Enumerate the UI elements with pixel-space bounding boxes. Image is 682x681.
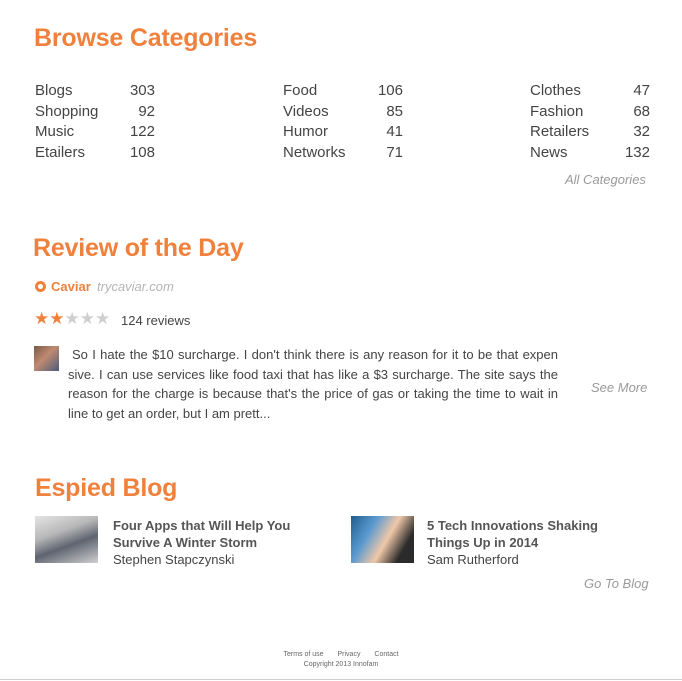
category-name: Humor bbox=[283, 123, 329, 140]
review-of-the-day-heading: Review of the Day bbox=[33, 234, 244, 262]
blog-post-title[interactable]: 5 Tech Innovations Shaking Things Up in … bbox=[427, 517, 642, 551]
category-name: Fashion bbox=[530, 102, 584, 120]
business-name-link[interactable]: Caviar bbox=[51, 279, 91, 294]
category-name: Music bbox=[35, 123, 75, 140]
review-body: So I hate the $10 surcharge. I don't thi… bbox=[68, 347, 558, 421]
category-count: 41 bbox=[386, 123, 403, 140]
category-name: Retailers bbox=[530, 123, 590, 140]
category-name: Videos bbox=[283, 102, 329, 120]
caviar-logo-icon bbox=[35, 281, 46, 292]
category-count: 132 bbox=[624, 143, 650, 161]
category-column-3: Clothes 47 Fashion 68 Retailers 32 News 132 bbox=[530, 81, 650, 163]
review-text: So I hate the $10 surcharge. I don't thi… bbox=[68, 345, 646, 423]
category-link-retailers[interactable]: Retailers 32 bbox=[530, 122, 650, 143]
blog-post-thumbnail[interactable] bbox=[351, 516, 414, 563]
category-count: 92 bbox=[138, 102, 155, 120]
browse-categories-heading: Browse Categories bbox=[34, 24, 258, 52]
category-link-etailers[interactable]: Etailers 108 bbox=[35, 143, 155, 164]
blog-post-thumbnail[interactable] bbox=[35, 516, 98, 563]
category-count: 68 bbox=[633, 102, 650, 120]
category-count: 108 bbox=[129, 143, 155, 161]
go-to-blog-link[interactable]: Go To Blog bbox=[584, 576, 649, 591]
category-name: Blogs bbox=[35, 82, 73, 99]
category-name: Networks bbox=[283, 143, 346, 161]
category-link-humor[interactable]: Humor 41 bbox=[283, 122, 403, 143]
blog-post-title[interactable]: Four Apps that Will Help You Survive A W… bbox=[113, 517, 313, 551]
category-link-shopping[interactable]: Shopping 92 bbox=[35, 102, 155, 123]
star-empty-icon: ★ bbox=[64, 309, 80, 328]
reviewer-avatar[interactable] bbox=[34, 346, 59, 371]
star-filled-icon: ★ bbox=[49, 309, 65, 328]
category-column-2: Food 106 Videos 85 Humor 41 Networks 71 bbox=[283, 81, 403, 163]
business-url-link[interactable]: trycaviar.com bbox=[97, 279, 174, 294]
review-count[interactable]: 124 reviews bbox=[121, 313, 190, 328]
category-link-food[interactable]: Food 106 bbox=[283, 81, 403, 102]
all-categories-link[interactable]: All Categories bbox=[565, 172, 646, 187]
star-rating: ★★★★★ bbox=[34, 309, 110, 329]
category-count: 85 bbox=[386, 102, 403, 120]
blog-post-author: Stephen Stapczynski bbox=[113, 552, 235, 567]
category-count: 71 bbox=[386, 143, 403, 161]
star-empty-icon: ★ bbox=[79, 309, 95, 328]
category-count: 47 bbox=[633, 82, 650, 99]
category-name: News bbox=[530, 143, 568, 161]
category-link-videos[interactable]: Videos 85 bbox=[283, 102, 403, 123]
category-link-music[interactable]: Music 122 bbox=[35, 122, 155, 143]
category-link-news[interactable]: News 132 bbox=[530, 143, 650, 164]
footer-links: Terms of use Privacy Contact bbox=[0, 651, 682, 658]
see-more-link[interactable]: See More bbox=[591, 380, 647, 395]
category-link-blogs[interactable]: Blogs 303 bbox=[35, 81, 155, 102]
footer-divider bbox=[0, 679, 682, 680]
category-column-1: Blogs 303 Shopping 92 Music 122 Etailers 108 bbox=[35, 81, 155, 163]
category-link-networks[interactable]: Networks 71 bbox=[283, 143, 403, 164]
category-count: 122 bbox=[129, 123, 155, 140]
category-name: Shopping bbox=[35, 102, 99, 120]
category-name: Etailers bbox=[35, 143, 86, 161]
footer-link-terms[interactable]: Terms of use bbox=[283, 651, 323, 658]
footer-link-privacy[interactable]: Privacy bbox=[338, 651, 361, 658]
category-name: Clothes bbox=[530, 82, 581, 99]
category-count: 106 bbox=[377, 82, 403, 99]
category-link-clothes[interactable]: Clothes 47 bbox=[530, 81, 650, 102]
category-name: Food bbox=[283, 82, 318, 99]
category-link-fashion[interactable]: Fashion 68 bbox=[530, 102, 650, 123]
espied-blog-heading: Espied Blog bbox=[35, 474, 178, 502]
star-filled-icon: ★ bbox=[34, 309, 50, 328]
category-count: 303 bbox=[129, 82, 155, 99]
star-empty-icon: ★ bbox=[95, 309, 111, 328]
blog-post-author: Sam Rutherford bbox=[427, 552, 519, 567]
copyright-text: Copyright 2013 Innofam bbox=[303, 661, 379, 668]
category-count: 32 bbox=[633, 123, 650, 140]
footer-link-contact[interactable]: Contact bbox=[374, 651, 398, 658]
